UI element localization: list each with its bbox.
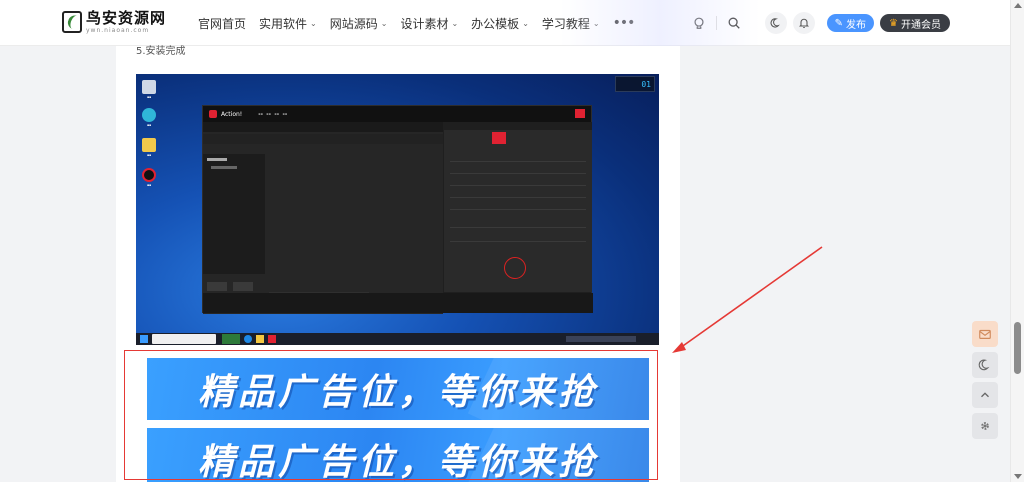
record-mode-icon [492,132,506,144]
app-tree [203,154,265,274]
contact-button[interactable] [972,321,998,347]
ad-banner[interactable]: 精品广告位，等你来抢 [147,358,649,420]
taskbar-search [152,334,216,344]
chevron-down-icon: ⌄ [522,18,529,28]
site-logo[interactable]: 鸟安资源网 ywn.niaoan.com [62,10,166,34]
app-titlebar: Action! ▪▪ ▪▪ ▪▪ ▪▪ [203,106,591,122]
main-nav: 官网首页 实用软件 ⌄ 网站源码 ⌄ 设计素材 ⌄ 办公模板 ⌄ 学习教程 ⌄ ••• [198,0,636,46]
nav-item-source-code[interactable]: 网站源码 ⌄ [330,15,388,32]
pencil-icon: ✎ [834,17,844,29]
fps-counter: 01 [615,76,655,92]
ad-banner[interactable]: 精品广告位，等你来抢 [147,428,649,482]
crown-icon: ♛ [889,17,898,29]
vip-button[interactable]: ♛ 开通会员 [880,14,950,32]
ad-banner-text: 精品广告位，等你来抢 [197,372,598,413]
site-header: 鸟安资源网 ywn.niaoan.com 官网首页 实用软件 ⌄ 网站源码 ⌄ 设计… [0,0,1010,46]
logo-subtitle: ywn.niaoan.com [86,27,150,34]
desktop-icon: ▪▪ [140,168,158,187]
chevron-down-icon: ⌄ [451,18,459,28]
settings-button[interactable] [972,413,998,439]
nav-item-office[interactable]: 办公模板 ⌄ [471,15,529,32]
moon-icon [978,359,990,371]
chevron-down-icon: ⌄ [310,18,317,28]
back-to-top-button[interactable] [972,382,998,408]
record-button-highlight [504,257,526,279]
page-scrollbar[interactable] [1010,0,1024,482]
app-settings-panel [444,122,592,292]
header-actions: ✎ 发布 ♛ 开通会员 [690,0,1010,46]
app-name: Action! [221,110,243,118]
app-bottom-bar [203,293,593,313]
logo-icon [62,11,82,33]
chevron-down-icon: ⌄ [592,18,600,28]
nav-item-design[interactable]: 设计素材 ⌄ [400,15,458,32]
arrow-up-icon [981,392,989,398]
scroll-up-icon[interactable] [1014,3,1022,8]
logo-text: 鸟安资源网 [86,9,167,27]
close-icon [575,109,585,118]
desktop-icon: ▪▪ [140,80,158,99]
app-logo-icon [209,110,217,118]
windows-taskbar [136,333,659,345]
nav-item-software[interactable]: 实用软件 ⌄ [259,15,317,32]
theme-toggle-button[interactable] [972,352,998,378]
gear-icon [981,422,989,430]
divider [715,16,717,30]
mail-icon [979,329,991,339]
user-icon[interactable] [690,14,708,32]
dark-mode-toggle[interactable] [764,12,787,34]
notification-button[interactable] [792,12,815,34]
search-icon[interactable] [725,14,743,32]
moon-icon [770,18,780,28]
scroll-down-icon[interactable] [1014,474,1022,479]
app-file-panel [203,122,443,314]
article-content: 5.安装完成 ▪▪ ▪▪ ▪▪ ▪▪ 01 Action! ▪▪ ▪▪ ▪▪ ▪… [116,46,680,482]
nav-item-home[interactable]: 官网首页 [198,15,246,32]
bell-icon [798,18,809,29]
windows-start-icon [140,335,148,343]
installation-screenshot: ▪▪ ▪▪ ▪▪ ▪▪ 01 Action! ▪▪ ▪▪ ▪▪ ▪▪ [136,74,659,345]
ad-banner-text: 精品广告位，等你来抢 [197,442,598,482]
desktop-icon: ▪▪ [140,138,158,157]
scrollbar-thumb[interactable] [1014,322,1021,374]
chevron-down-icon: ⌄ [380,18,388,28]
action-app-window: Action! ▪▪ ▪▪ ▪▪ ▪▪ [202,105,593,314]
nav-more-button[interactable]: ••• [613,15,636,31]
step-text: 5.安装完成 [136,46,186,57]
desktop-icon: ▪▪ [140,108,158,127]
publish-button[interactable]: ✎ 发布 [826,14,875,32]
app-menu: ▪▪ ▪▪ ▪▪ ▪▪ [258,112,288,116]
nav-item-tutorials[interactable]: 学习教程 ⌄ [542,15,600,32]
